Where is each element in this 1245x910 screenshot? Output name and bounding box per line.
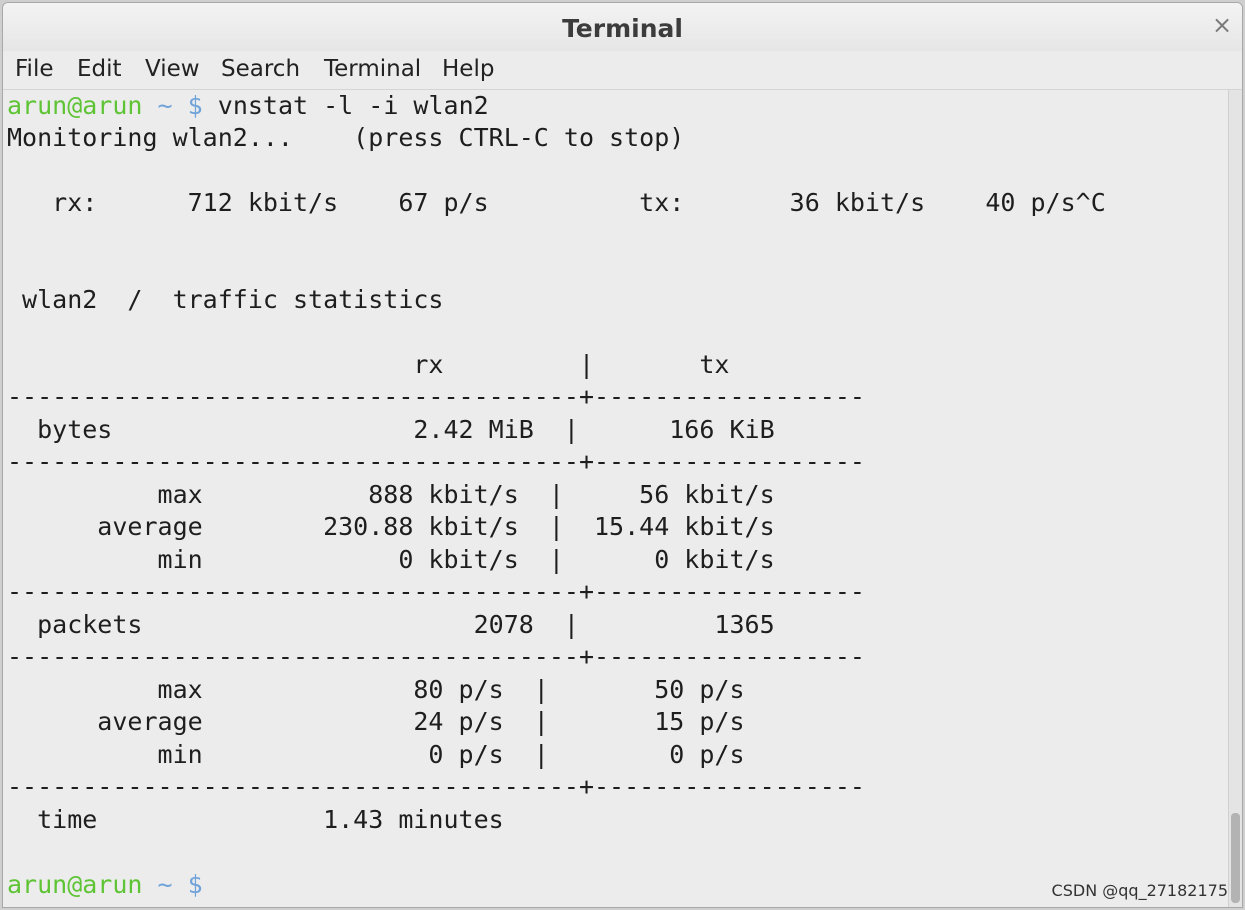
menu-search[interactable]: Search [221,56,300,82]
packets-average-row: average 24 p/s | 15 p/s [7,707,745,736]
packets-max-row: max 80 p/s | 50 p/s [7,675,745,704]
prompt-dollar: $ [187,91,203,120]
prompt-user: arun@arun [7,91,143,120]
bytes-row: bytes 2.42 MiB | 166 KiB [7,415,775,444]
menu-terminal[interactable]: Terminal [324,56,421,82]
prompt-dollar: $ [187,870,203,899]
column-header: rx | tx [7,350,730,379]
packets-min-row: min 0 p/s | 0 p/s [7,740,745,769]
live-rate-line: rx: 712 kbit/s 67 p/s tx: 36 kbit/s 40 p… [7,188,1106,217]
title-bar[interactable]: Terminal × [3,3,1242,51]
menu-edit[interactable]: Edit [77,56,122,82]
separator-line: --------------------------------------+-… [7,577,865,606]
bytes-average-row: average 230.88 kbit/s | 15.44 kbit/s [7,512,775,541]
command-text: vnstat -l -i wlan2 [202,91,489,120]
final-prompt: arun@arun ~ $ [7,869,203,901]
prompt-user: arun@arun [7,870,143,899]
menu-bar: File Edit View Search Terminal Help [3,51,1242,90]
bytes-min-row: min 0 kbit/s | 0 kbit/s [7,545,775,574]
bytes-max-row: max 888 kbit/s | 56 kbit/s [7,480,775,509]
separator-line: --------------------------------------+-… [7,382,865,411]
command-line: arun@arun ~ $ vnstat -l -i wlan2 [7,90,489,122]
separator-line: --------------------------------------+-… [7,447,865,476]
close-icon[interactable]: × [1210,13,1234,37]
menu-file[interactable]: File [15,56,54,82]
terminal-window: Terminal × File Edit View Search Termina… [2,2,1243,908]
separator-line: --------------------------------------+-… [7,772,865,801]
window-title: Terminal [562,14,683,43]
terminal-output[interactable]: arun@arun ~ $ vnstat -l -i wlan2 Monitor… [3,90,1229,907]
prompt-tilde: ~ [157,870,173,899]
monitoring-line: Monitoring wlan2... (press CTRL-C to sto… [7,123,685,152]
prompt-tilde: ~ [157,91,173,120]
menu-view[interactable]: View [145,56,200,82]
packets-row: packets 2078 | 1365 [7,610,775,639]
scrollbar-thumb[interactable] [1231,813,1240,903]
time-row: time 1.43 minutes [7,805,504,834]
separator-line: --------------------------------------+-… [7,642,865,671]
scrollbar[interactable] [1228,90,1242,907]
watermark: CSDN @qq_27182175 [1051,881,1228,900]
stats-heading: wlan2 / traffic statistics [7,285,444,314]
menu-help[interactable]: Help [442,56,494,82]
